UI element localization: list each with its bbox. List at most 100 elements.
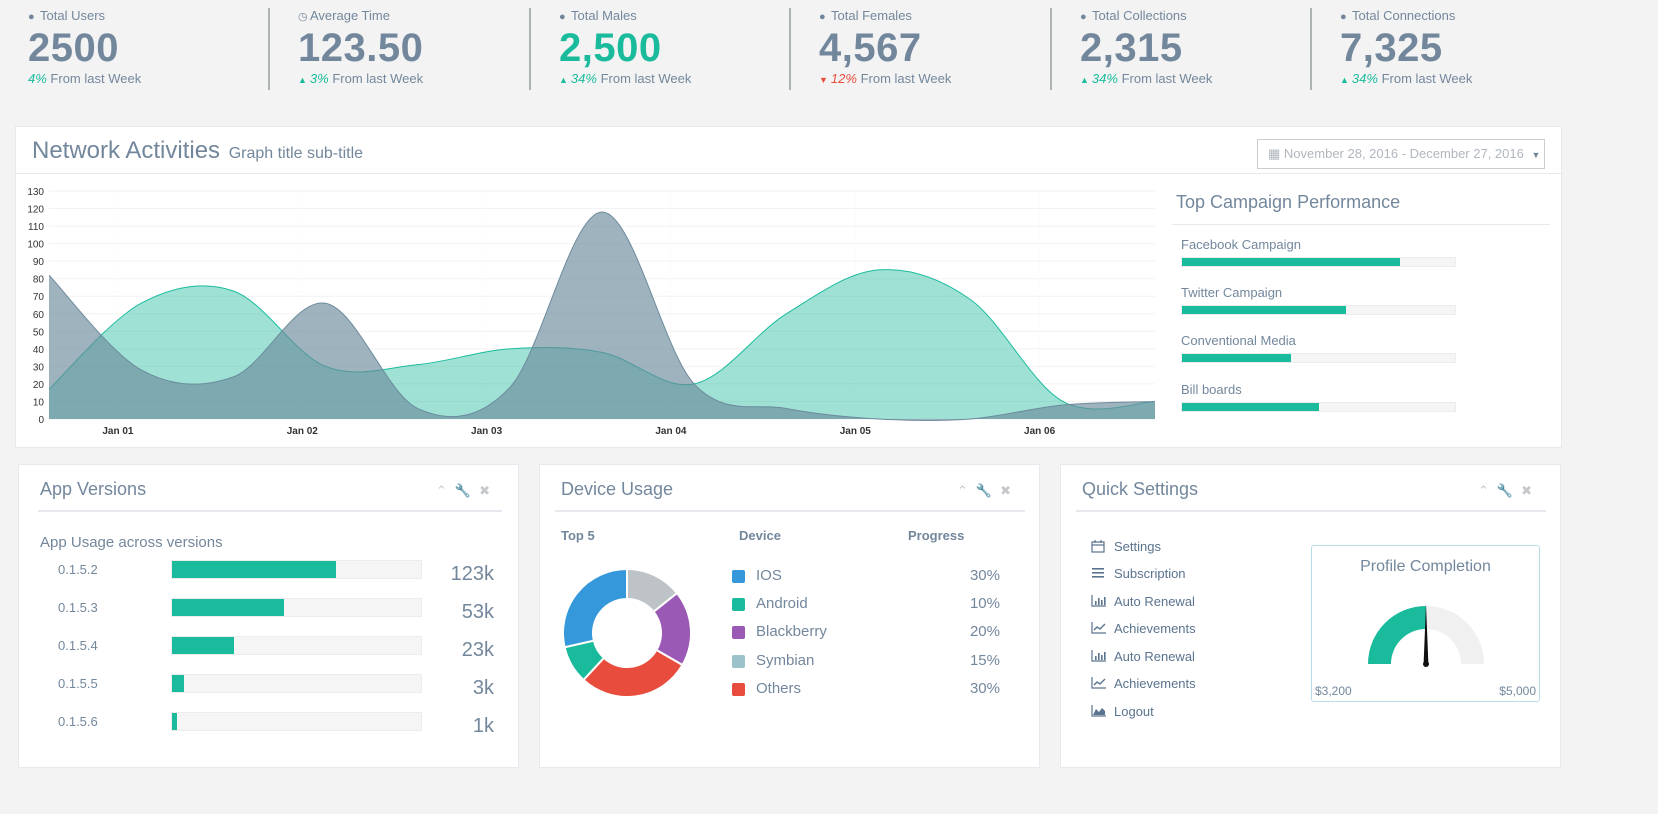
wrench-icon[interactable]: 🔧 xyxy=(976,483,992,498)
date-range-picker[interactable]: ▦ November 28, 2016 - December 27, 2016 … xyxy=(1257,139,1545,169)
device-donut-chart xyxy=(562,567,692,698)
x-tick-label: Jan 06 xyxy=(1024,426,1056,437)
divider xyxy=(555,510,1025,512)
campaign-label: Facebook Campaign xyxy=(1181,237,1301,252)
legend-swatch xyxy=(732,598,745,611)
profile-gauge xyxy=(1368,604,1484,667)
quick-settings-item[interactable]: Achievements xyxy=(1091,676,1196,694)
quick-settings-label: Auto Renewal xyxy=(1114,594,1195,609)
campaign-progress-fill xyxy=(1182,354,1292,362)
collapse-icon[interactable]: ⌃ xyxy=(957,483,968,498)
close-icon[interactable]: ✖ xyxy=(1521,483,1532,498)
y-tick-label: 40 xyxy=(33,345,45,356)
device-percent: 20% xyxy=(969,623,1000,640)
quick-settings-item[interactable]: Auto Renewal xyxy=(1091,649,1195,667)
campaign-label: Bill boards xyxy=(1181,382,1242,397)
device-usage-panel: Device Usage ⌃ 🔧 ✖ Top 5 Device Progress I… xyxy=(539,464,1040,768)
y-tick-label: 30 xyxy=(33,362,45,373)
quick-settings-item[interactable]: Logout xyxy=(1091,704,1154,722)
quick-settings-label: Subscription xyxy=(1114,566,1186,581)
quick-settings-item[interactable]: Auto Renewal xyxy=(1091,594,1195,612)
date-range-label: November 28, 2016 - December 27, 2016 xyxy=(1283,146,1524,161)
campaign-progress xyxy=(1181,353,1456,363)
campaign-progress-fill xyxy=(1182,306,1346,314)
version-value: 3k xyxy=(472,677,494,699)
campaign-progress xyxy=(1181,305,1456,315)
x-tick-label: Jan 03 xyxy=(471,426,503,437)
quick-settings-item[interactable]: Achievements xyxy=(1091,621,1196,639)
calendar-icon: ▦ xyxy=(1268,146,1281,161)
version-label: 0.1.5.4 xyxy=(58,638,98,653)
device-name: Others xyxy=(756,680,802,697)
bars-icon xyxy=(1091,567,1109,582)
quick-settings-label: Settings xyxy=(1114,539,1161,554)
y-tick-label: 50 xyxy=(33,327,45,338)
panel-toolbox: ⌃ 🔧 ✖ xyxy=(1470,483,1532,499)
divider xyxy=(1172,224,1550,225)
quick-settings-item[interactable]: Settings xyxy=(1091,539,1161,557)
divider xyxy=(38,510,502,512)
line-chart-icon xyxy=(1091,622,1109,637)
col-header-device: Device xyxy=(739,528,781,543)
version-value: 23k xyxy=(461,639,494,661)
campaign-title: Top Campaign Performance xyxy=(1176,192,1401,212)
x-tick-label: Jan 05 xyxy=(840,426,872,437)
device-row: Symbian 15% xyxy=(732,652,1000,672)
gauge-min: $3,200 xyxy=(1315,684,1352,698)
y-tick-label: 0 xyxy=(38,415,44,426)
stat-title: Total Connections xyxy=(1352,8,1456,23)
wrench-icon[interactable]: 🔧 xyxy=(455,483,471,498)
version-progress-fill xyxy=(172,713,177,730)
device-percent: 30% xyxy=(969,680,1000,697)
user-icon: ● xyxy=(1340,11,1347,23)
device-percent: 10% xyxy=(969,595,1000,612)
quick-settings-label: Achievements xyxy=(1114,676,1196,691)
device-row: Others 30% xyxy=(732,680,1000,700)
close-icon[interactable]: ✖ xyxy=(1000,483,1011,498)
y-tick-label: 90 xyxy=(33,257,45,268)
stat-percent: 34% xyxy=(1351,71,1378,86)
y-tick-label: 20 xyxy=(33,380,45,391)
version-label: 0.1.5.3 xyxy=(58,600,98,615)
collapse-icon[interactable]: ⌃ xyxy=(436,483,447,498)
campaign-label: Twitter Campaign xyxy=(1181,285,1283,300)
x-tick-label: Jan 02 xyxy=(287,426,319,437)
version-progress-fill xyxy=(172,599,285,616)
device-row: Android 10% xyxy=(732,595,1000,615)
y-tick-label: 100 xyxy=(27,240,44,251)
device-name: Symbian xyxy=(756,652,815,669)
device-row: Blackberry 20% xyxy=(732,623,1000,643)
calendar-icon xyxy=(1091,539,1109,556)
panel-toolbox: ⌃ 🔧 ✖ xyxy=(428,483,490,499)
arrow-up-icon: ▲ xyxy=(1340,75,1349,85)
collapse-icon[interactable]: ⌃ xyxy=(1478,483,1489,498)
version-progress xyxy=(171,674,422,693)
gauge-fill xyxy=(1368,606,1426,664)
panel-title: Device Usage xyxy=(561,479,674,499)
wrench-icon[interactable]: 🔧 xyxy=(1497,483,1513,498)
panel-toolbox: ⌃ 🔧 ✖ xyxy=(949,483,1011,499)
version-progress-fill xyxy=(172,637,235,654)
stat-total-connections: ● Total Connections 7,325 ▲ 34% From last … xyxy=(1310,8,1572,90)
stat-suffix: From last Week xyxy=(1381,71,1473,86)
profile-completion-widget: Profile Completion $3,200 $5,000 xyxy=(1311,545,1540,702)
y-tick-label: 120 xyxy=(27,205,44,216)
device-name: IOS xyxy=(756,567,782,584)
version-label: 0.1.5.5 xyxy=(58,676,98,691)
network-area-chart: 0 10 20 30 40 50 60 70 80 90 100 110 120 130 Jan 01 Jan… xyxy=(27,187,1156,437)
device-name: Android xyxy=(756,595,808,612)
quick-settings-item[interactable]: Subscription xyxy=(1091,566,1186,584)
quick-settings-panel: Quick Settings ⌃ 🔧 ✖ Settings Subscription… xyxy=(1060,464,1561,768)
legend-swatch xyxy=(732,655,745,668)
version-progress xyxy=(171,636,422,655)
bar-chart-icon xyxy=(1091,650,1109,665)
campaign-progress xyxy=(1181,402,1456,412)
version-value: 1k xyxy=(472,715,494,737)
y-tick-label: 110 xyxy=(28,222,44,233)
version-label: 0.1.5.2 xyxy=(58,562,98,577)
panel-title: Quick Settings xyxy=(1082,479,1199,499)
close-icon[interactable]: ✖ xyxy=(479,483,490,498)
x-tick-label: Jan 01 xyxy=(102,426,134,437)
quick-settings-label: Logout xyxy=(1114,704,1154,719)
gauge-pivot xyxy=(1423,661,1429,667)
